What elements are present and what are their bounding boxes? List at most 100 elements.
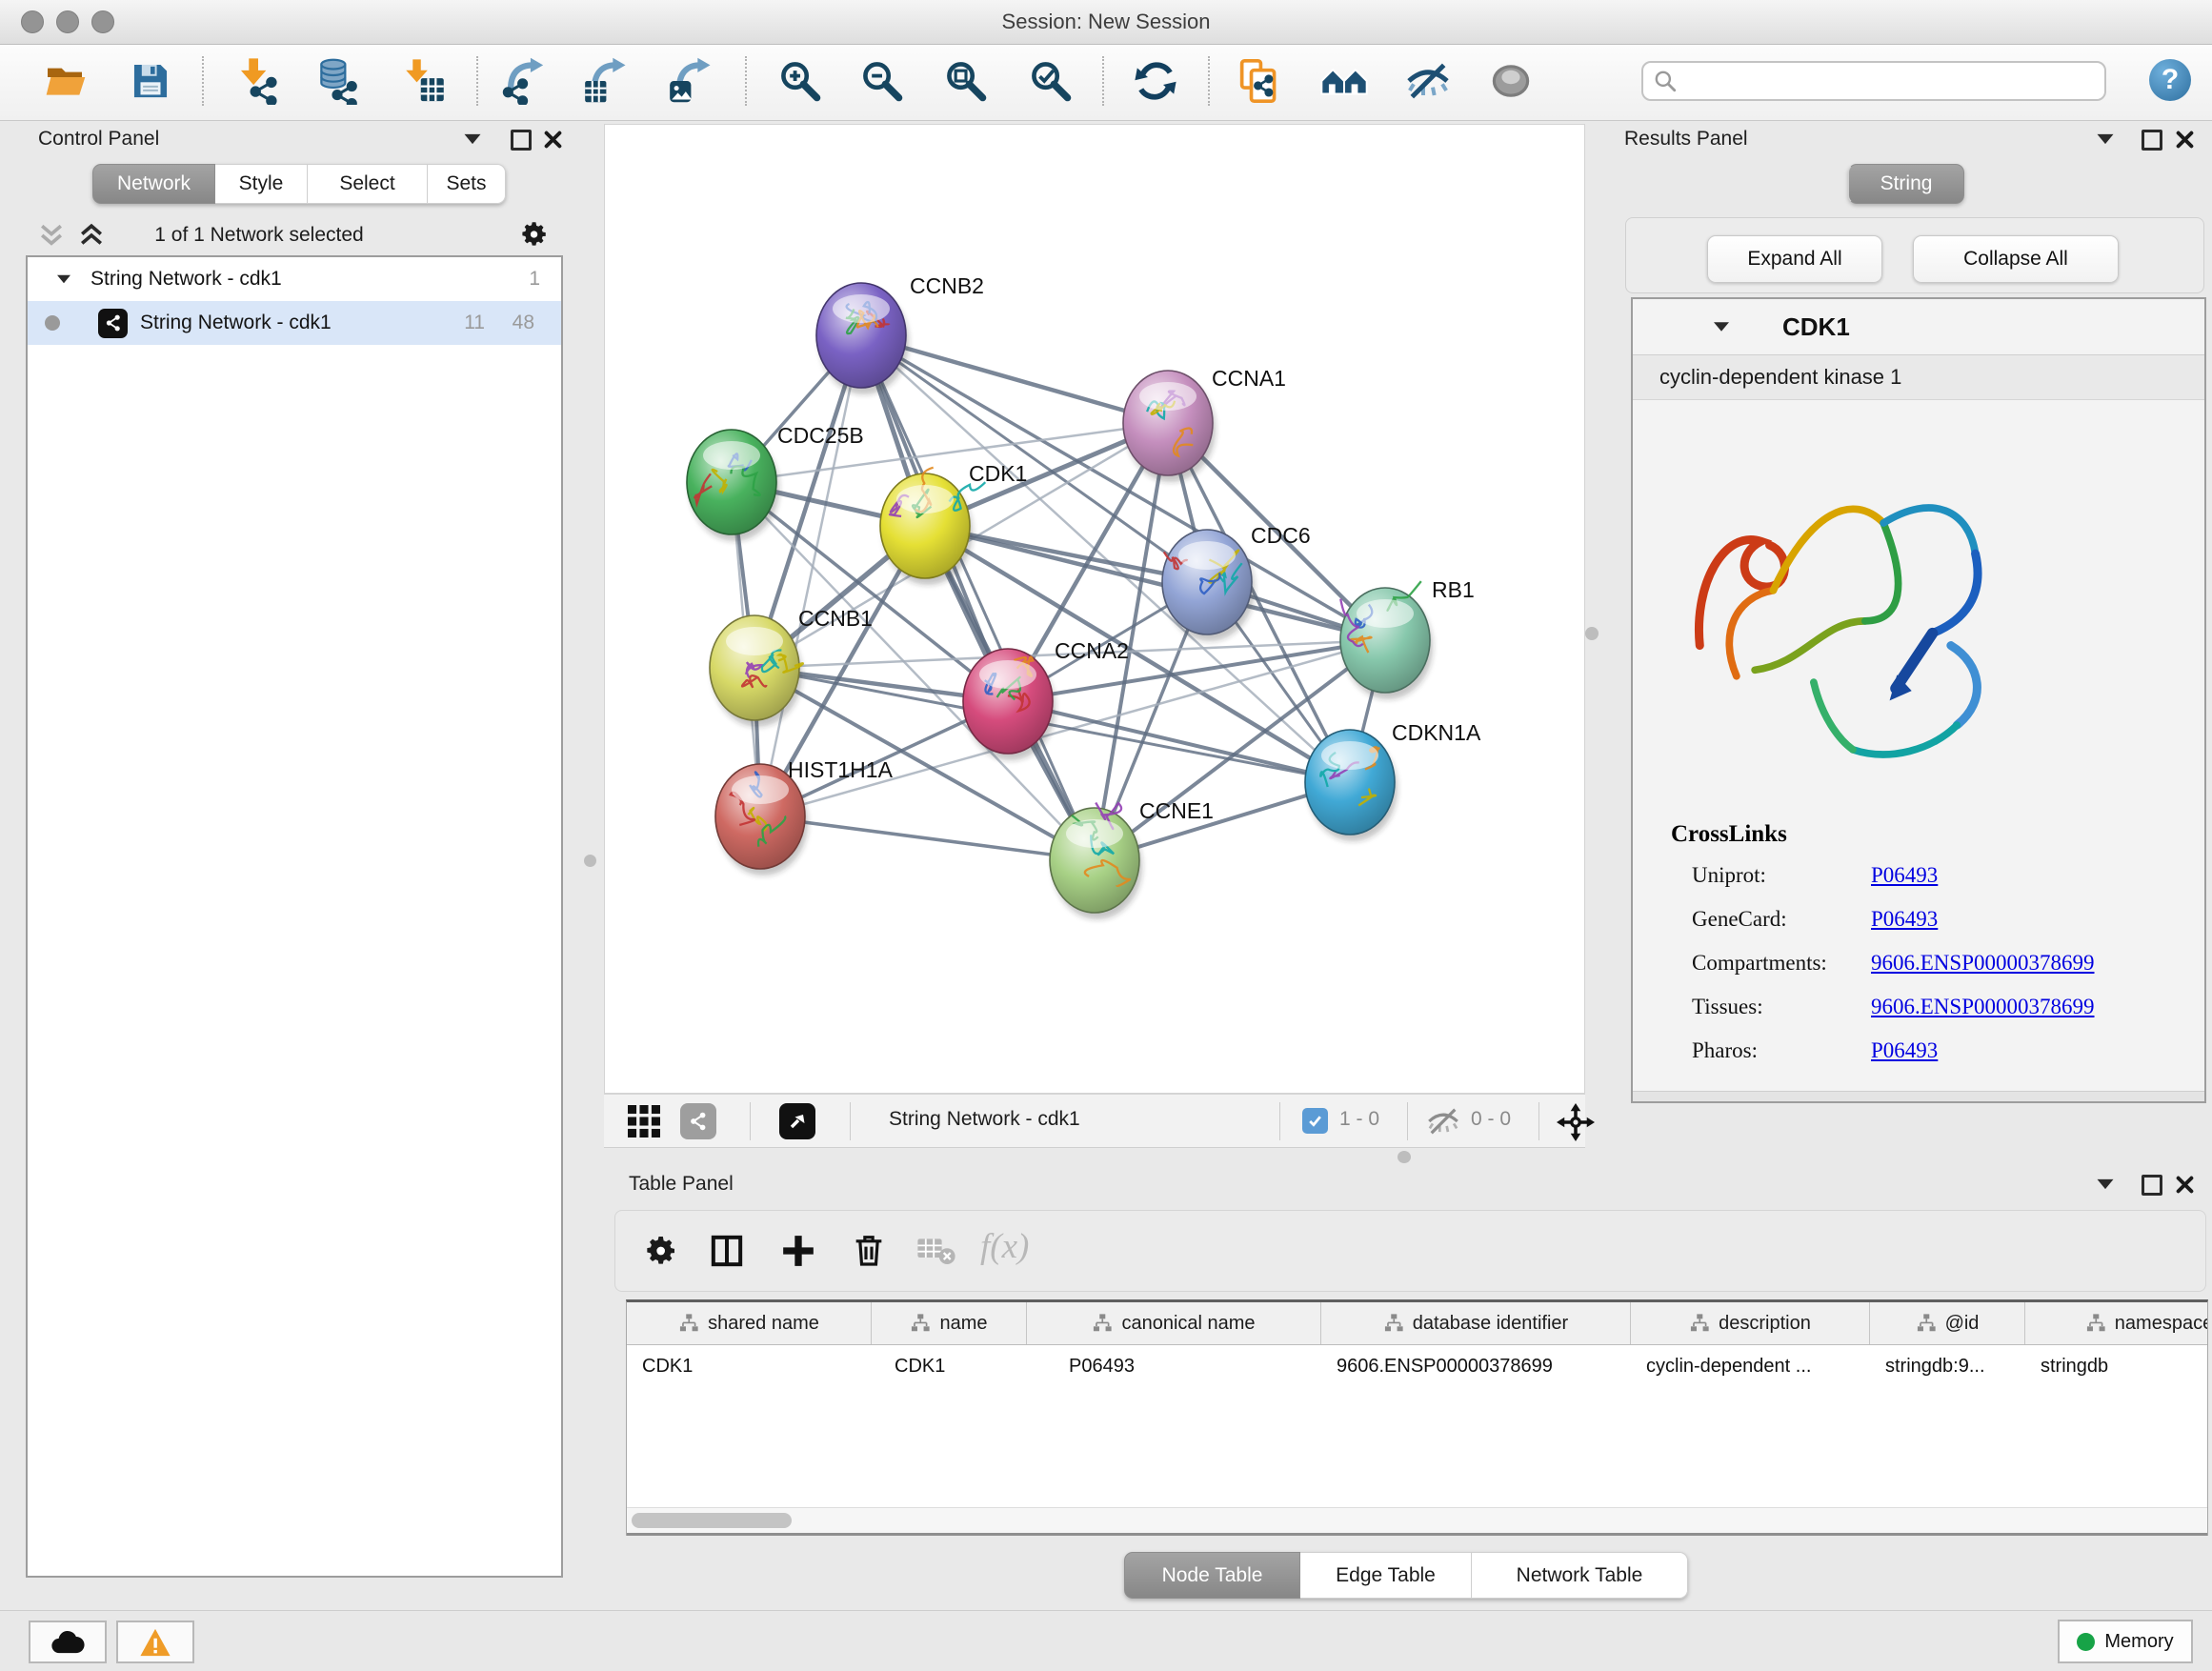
network-edge-HIST1H1A-CCNE1[interactable]	[760, 816, 1095, 860]
collapse-all-button[interactable]: Collapse All	[1913, 235, 2119, 283]
cell-description[interactable]: cyclin-dependent ...	[1631, 1345, 1870, 1387]
collection-expand-icon[interactable]	[57, 275, 70, 283]
tab-node-table[interactable]: Node Table	[1124, 1552, 1300, 1599]
selected-nodes-edges-count: 1 - 0	[1339, 1108, 1379, 1131]
results-panel-close-icon[interactable]	[2174, 129, 2196, 151]
export-image-icon[interactable]	[663, 54, 716, 108]
zoom-in-icon[interactable]	[774, 54, 827, 108]
import-network-file-icon[interactable]	[231, 54, 285, 108]
network-node-CDKN1A[interactable]	[1305, 730, 1398, 841]
tab-string[interactable]: String	[1848, 164, 1964, 204]
tab-network[interactable]: Network	[92, 164, 215, 204]
column-header-name[interactable]: name	[872, 1302, 1027, 1344]
cell-canonical-name[interactable]: P06493	[1027, 1345, 1321, 1387]
zoom-selected-icon[interactable]	[1024, 54, 1077, 108]
import-network-database-icon[interactable]	[311, 54, 364, 108]
tab-edge-table[interactable]: Edge Table	[1300, 1552, 1472, 1599]
horizontal-splitter-handle[interactable]	[1398, 1151, 1411, 1163]
cloud-button[interactable]	[29, 1621, 107, 1663]
crosslink-compartments-link[interactable]: 9606.ENSP00000378699	[1871, 951, 2095, 975]
control-panel-close-icon[interactable]	[542, 129, 564, 151]
clone-network-icon[interactable]	[1233, 54, 1286, 108]
cell-shared-name[interactable]: CDK1	[627, 1345, 872, 1387]
column-header-description[interactable]: description	[1631, 1302, 1870, 1344]
cell-namespace[interactable]: stringdb	[2025, 1345, 2207, 1387]
table-panel-collapse-icon[interactable]	[2098, 1179, 2114, 1189]
network-edge-CCNB2-CCNE1[interactable]	[861, 335, 1095, 860]
table-panel-close-icon[interactable]	[2174, 1174, 2196, 1196]
zoom-out-icon[interactable]	[855, 54, 909, 108]
expand-all-button[interactable]: Expand All	[1707, 235, 1882, 283]
network-node-CCNB1[interactable]	[710, 615, 803, 727]
help-icon[interactable]: ?	[2149, 59, 2191, 101]
import-table-icon[interactable]	[398, 54, 452, 108]
hidden-eye-icon[interactable]	[1425, 1106, 1461, 1137]
tab-network-table[interactable]: Network Table	[1472, 1552, 1688, 1599]
delete-column-trash-icon[interactable]	[850, 1231, 888, 1269]
left-splitter-handle[interactable]	[584, 855, 596, 867]
table-panel-float-icon[interactable]	[2142, 1175, 2162, 1196]
gene-collapse-icon[interactable]	[1714, 322, 1729, 332]
network-canvas[interactable]: CCNB2CCNA1CDC25BCDK1CDC6RB1CCNB1CCNA2CDK…	[604, 124, 1585, 1094]
export-network-icon[interactable]	[497, 54, 551, 108]
memory-label: Memory	[2104, 1631, 2173, 1653]
tab-sets[interactable]: Sets	[428, 164, 506, 204]
tab-select[interactable]: Select	[308, 164, 428, 204]
network-node-CCNB2[interactable]	[816, 283, 909, 394]
selected-checkbox-icon[interactable]	[1302, 1108, 1328, 1134]
network-node-RB1[interactable]	[1340, 581, 1433, 699]
export-table-icon[interactable]	[578, 54, 632, 108]
network-node-CCNA2[interactable]	[963, 649, 1056, 760]
column-header-namespace[interactable]: namespace	[2025, 1302, 2207, 1344]
tab-style[interactable]: Style	[215, 164, 308, 204]
hide-selected-icon[interactable]	[1401, 54, 1455, 108]
show-columns-icon[interactable]	[708, 1232, 746, 1270]
network-edge-CCNB2-HIST1H1A[interactable]	[760, 335, 861, 816]
grid-view-icon[interactable]	[628, 1105, 660, 1137]
search-input[interactable]	[1678, 70, 2062, 93]
zoom-fit-icon[interactable]	[939, 54, 993, 108]
show-all-icon[interactable]	[1484, 54, 1538, 108]
network-options-gear-icon[interactable]	[517, 218, 550, 251]
first-neighbors-icon[interactable]	[1317, 54, 1371, 108]
save-session-icon[interactable]	[124, 54, 177, 108]
crosslink-tissues-link[interactable]: 9606.ENSP00000378699	[1871, 995, 2095, 1018]
crosslink-genecard-link[interactable]: P06493	[1871, 907, 1938, 931]
birds-eye-view-icon[interactable]	[779, 1103, 815, 1139]
table-options-gear-icon[interactable]	[641, 1232, 679, 1270]
gene-header-row[interactable]: CDK1	[1633, 299, 2204, 355]
cell-database-identifier[interactable]: 9606.ENSP00000378699	[1321, 1345, 1631, 1387]
cell-name[interactable]: CDK1	[872, 1345, 1027, 1387]
cell-id[interactable]: stringdb:9...	[1870, 1345, 2025, 1387]
network-node-CDC25B[interactable]	[687, 430, 779, 541]
results-panel-collapse-icon[interactable]	[2098, 134, 2114, 144]
update-network-icon[interactable]	[1129, 54, 1182, 108]
table-hscrollbar[interactable]	[627, 1507, 2207, 1533]
string-badge-icon[interactable]	[680, 1103, 716, 1139]
right-splitter-handle[interactable]	[1585, 627, 1599, 640]
network-edge-CDK1-RB1[interactable]	[925, 526, 1385, 640]
network-node-CCNE1[interactable]	[1050, 803, 1142, 920]
pan-crosshair-icon[interactable]	[1557, 1103, 1595, 1141]
open-session-icon[interactable]	[40, 54, 93, 108]
table-row[interactable]: CDK1 CDK1 P06493 9606.ENSP00000378699 cy…	[627, 1345, 2207, 1387]
column-header-canonical-name[interactable]: canonical name	[1027, 1302, 1321, 1344]
column-header-id[interactable]: @id	[1870, 1302, 2025, 1344]
network-row-selected[interactable]: String Network - cdk1 11 48	[28, 301, 561, 345]
network-edge-CCNA2-CDKN1A[interactable]	[1008, 701, 1350, 782]
crosslink-uniprot-link[interactable]: P06493	[1871, 863, 1938, 887]
results-panel-float-icon[interactable]	[2142, 130, 2162, 151]
results-scrollbar[interactable]	[1633, 1091, 2204, 1101]
control-panel-float-icon[interactable]	[511, 130, 532, 151]
search-field[interactable]	[1641, 61, 2106, 101]
crosslink-pharos-link[interactable]: P06493	[1871, 1038, 1938, 1062]
network-collection-row[interactable]: String Network - cdk1 1	[28, 257, 561, 301]
column-header-database-identifier[interactable]: database identifier	[1321, 1302, 1631, 1344]
warnings-button[interactable]	[116, 1621, 194, 1663]
table-hscrollbar-thumb[interactable]	[632, 1513, 792, 1528]
memory-button[interactable]: Memory	[2058, 1620, 2193, 1663]
create-column-plus-icon[interactable]	[779, 1232, 817, 1270]
column-header-shared-name[interactable]: shared name	[627, 1302, 872, 1344]
control-panel-collapse-icon[interactable]	[465, 134, 481, 144]
network-node-CCNA1[interactable]	[1123, 371, 1216, 482]
